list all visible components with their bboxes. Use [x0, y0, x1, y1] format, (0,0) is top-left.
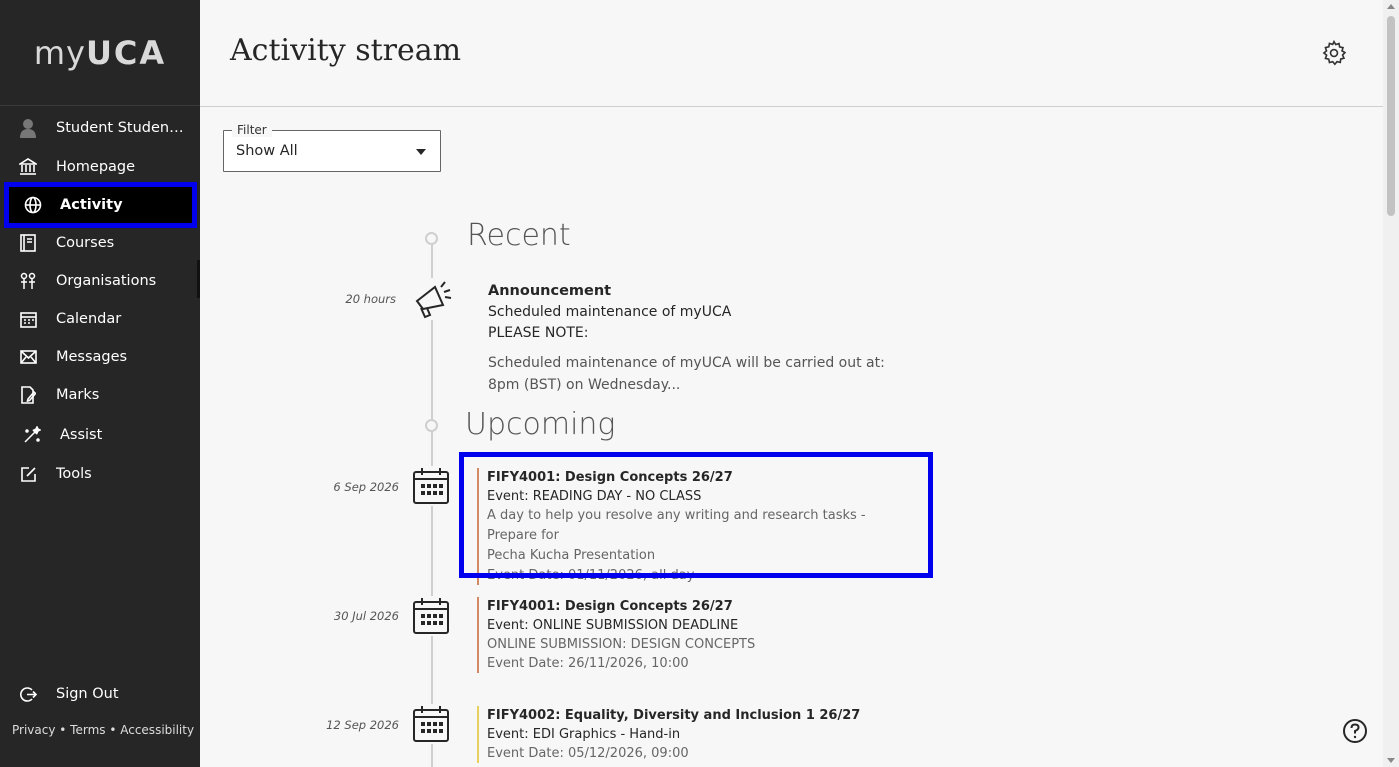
calendar-icon — [18, 309, 38, 329]
announcement-time: 20 hours — [345, 292, 396, 306]
event-date: Event Date: 05/12/2026, 09:00 — [487, 746, 689, 761]
scroll-up-arrow-icon[interactable] — [1387, 4, 1395, 9]
event-date: Event Date: 26/11/2026, 10:00 — [487, 656, 689, 671]
announcement-excerpt: Scheduled maintenance of myUCA will be c… — [488, 355, 885, 393]
accessibility-link[interactable]: Accessibility — [120, 723, 194, 737]
book-icon — [18, 233, 38, 253]
announcement-note: PLEASE NOTE: — [488, 325, 589, 341]
sidebar-item-homepage[interactable]: Homepage — [0, 149, 200, 185]
event-title[interactable]: Event: EDI Graphics - Hand-in — [487, 725, 917, 744]
terms-link[interactable]: Terms — [70, 723, 105, 737]
calendar-event-icon — [411, 596, 451, 636]
calendar-event-icon — [411, 704, 451, 744]
page-scrollbar[interactable] — [1383, 0, 1399, 767]
sidebar-item-organisations[interactable]: Organisations — [0, 263, 200, 299]
highlight-box — [459, 452, 933, 578]
sidebar-item-messages[interactable]: Messages — [0, 339, 200, 375]
sidebar-item-assist[interactable]: Assist — [0, 417, 200, 453]
event-course: FIFY4002: Equality, Diversity and Inclus… — [487, 708, 861, 723]
sidebar-item-calendar[interactable]: Calendar — [0, 301, 200, 337]
globe-icon — [23, 195, 43, 215]
event-item[interactable]: FIFY4001: Design Concepts 26/27 Event: O… — [477, 597, 917, 673]
sidebar-footer: Privacy • Terms • Accessibility — [12, 723, 195, 737]
filter-label: Filter — [232, 123, 272, 137]
event-title[interactable]: Event: ONLINE SUBMISSION DEADLINE — [487, 616, 917, 635]
user-avatar-icon — [18, 118, 38, 138]
help-icon[interactable] — [1342, 718, 1368, 744]
myuca-logo[interactable]: myUCA — [0, 0, 200, 106]
announcement-subject[interactable]: Scheduled maintenance of myUCA — [488, 302, 908, 323]
section-title-recent: Recent — [467, 218, 571, 253]
announcement-item[interactable]: Announcement Scheduled maintenance of my… — [488, 281, 908, 396]
scroll-thumb[interactable] — [1387, 16, 1395, 216]
sidebar-item-activity[interactable]: Activity — [4, 182, 197, 228]
sign-out-button[interactable]: Sign Out — [0, 676, 200, 712]
filter-value: Show All — [236, 143, 298, 159]
filter-select[interactable]: Filter Show All — [223, 123, 441, 172]
organisations-icon — [18, 271, 38, 291]
event-time-1: 6 Sep 2026 — [333, 480, 399, 494]
calendar-event-icon — [411, 466, 451, 506]
page-header: Activity stream — [200, 0, 1383, 107]
announcement-type: Announcement — [488, 283, 612, 299]
event-description: ONLINE SUBMISSION: DESIGN CONCEPTS — [487, 637, 756, 652]
megaphone-icon — [410, 278, 454, 320]
event-time-3: 12 Sep 2026 — [326, 718, 399, 732]
scroll-down-arrow-icon[interactable] — [1387, 758, 1395, 763]
event-item[interactable]: FIFY4002: Equality, Diversity and Inclus… — [477, 706, 917, 763]
event-course: FIFY4001: Design Concepts 26/27 — [487, 599, 733, 614]
sidebar-item-marks[interactable]: Marks — [0, 377, 200, 413]
page-title: Activity stream — [230, 33, 462, 68]
settings-gear-icon[interactable] — [1321, 39, 1347, 66]
section-title-upcoming: Upcoming — [465, 407, 616, 442]
institution-icon — [18, 157, 38, 177]
sidebar: myUCA Student Student... Homepage Activi… — [0, 0, 200, 767]
privacy-link[interactable]: Privacy — [12, 723, 55, 737]
envelope-icon — [18, 347, 38, 367]
sidebar-item-profile[interactable]: Student Student... — [0, 110, 200, 146]
event-time-2: 30 Jul 2026 — [333, 609, 399, 623]
sign-out-icon — [18, 684, 38, 704]
marks-icon — [18, 385, 38, 405]
sidebar-item-tools[interactable]: Tools — [0, 456, 200, 492]
chevron-down-icon — [416, 149, 426, 155]
timeline-dot-upcoming — [425, 419, 438, 432]
sidebar-scroll-indicator — [197, 260, 200, 298]
tools-icon — [18, 464, 38, 484]
assist-icon — [22, 425, 42, 445]
sidebar-item-courses[interactable]: Courses — [0, 225, 200, 261]
timeline-dot-recent — [425, 232, 438, 245]
